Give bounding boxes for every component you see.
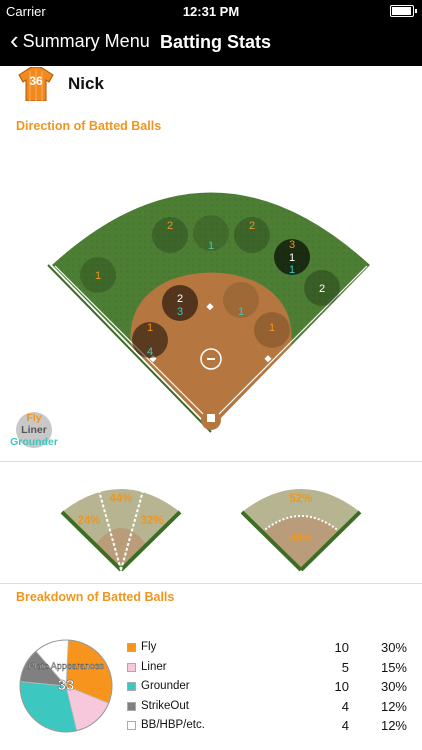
zone-rcf[interactable]: 2 bbox=[234, 217, 270, 253]
zone-lf[interactable]: 1 bbox=[80, 257, 116, 293]
svg-text:1: 1 bbox=[289, 264, 295, 276]
svg-text:Fly: Fly bbox=[26, 412, 41, 424]
legend-row-walks: BB/HBP/etc. 4 12% bbox=[127, 718, 417, 738]
legend-label: Liner bbox=[141, 660, 167, 673]
zone-ss[interactable]: 2 3 bbox=[162, 285, 198, 321]
swatch-strikeout bbox=[127, 701, 136, 711]
legend-percent: 30% bbox=[380, 640, 407, 655]
direction-split-field: 24% 44% 32% bbox=[60, 479, 182, 572]
legend-row-liner: Liner 5 15% bbox=[127, 660, 417, 680]
svg-text:1: 1 bbox=[95, 270, 101, 282]
zone-1b[interactable]: 1 bbox=[254, 312, 290, 348]
svg-text:2: 2 bbox=[319, 283, 325, 295]
svg-text:4: 4 bbox=[147, 346, 153, 358]
svg-text:2: 2 bbox=[167, 220, 173, 232]
svg-text:1: 1 bbox=[269, 322, 275, 334]
legend-label: Grounder bbox=[141, 680, 190, 692]
svg-text:1: 1 bbox=[147, 322, 153, 334]
legend-label: Fly bbox=[141, 641, 157, 653]
swatch-grounder bbox=[127, 682, 136, 691]
navigation-bar: ‹ Summary Menu Batting Stats bbox=[0, 22, 422, 66]
infield-percent: 48% bbox=[289, 533, 312, 545]
chevron-left-icon: ‹ bbox=[10, 25, 19, 55]
svg-text:Grounder: Grounder bbox=[10, 436, 58, 448]
legend-label: StrikeOut bbox=[141, 699, 189, 712]
legend-row-strikeout: StrikeOut 4 12% bbox=[127, 699, 417, 719]
player-name: Nick bbox=[68, 74, 104, 93]
page-title: Batting Stats bbox=[160, 32, 272, 52]
outfield-percent: 52% bbox=[289, 493, 312, 505]
player-header: 36 Nick bbox=[18, 66, 104, 102]
clock: 12:31 PM bbox=[182, 4, 240, 19]
breakdown-pie-chart: Plate Appearances 33 bbox=[19, 639, 113, 733]
back-button-label: Summary Menu bbox=[22, 31, 150, 51]
zone-rf[interactable]: 2 bbox=[304, 270, 340, 306]
legend-count: 4 bbox=[341, 698, 349, 714]
pie-label: Plate Appearances bbox=[28, 661, 104, 671]
svg-text:1: 1 bbox=[289, 252, 295, 264]
svg-text:1: 1 bbox=[208, 240, 214, 252]
right-field-percent: 32% bbox=[140, 515, 163, 527]
zone-2b[interactable]: 1 bbox=[223, 282, 259, 318]
breakdown-legend: Fly 10 30% Liner 5 15% Grounder 10 30% S… bbox=[127, 640, 417, 738]
swatch-fly bbox=[127, 643, 136, 652]
swatch-walks bbox=[127, 721, 136, 730]
depth-split-field: 52% 48% bbox=[240, 489, 362, 572]
svg-text:3: 3 bbox=[177, 306, 183, 318]
section-divider bbox=[0, 461, 422, 462]
svg-text:2: 2 bbox=[249, 220, 255, 232]
home-plate bbox=[207, 414, 215, 422]
legend-row-fly: Fly 10 30% bbox=[127, 640, 417, 660]
battery-icon bbox=[390, 5, 417, 17]
section-divider bbox=[0, 583, 422, 584]
legend-count: 5 bbox=[341, 659, 349, 675]
legend-percent: 12% bbox=[380, 718, 407, 733]
center-field-percent: 44% bbox=[109, 493, 132, 505]
hit-type-legend: Fly Liner Grounder bbox=[10, 412, 58, 448]
swatch-liner bbox=[127, 662, 136, 672]
svg-text:1: 1 bbox=[238, 306, 244, 318]
breakdown-section-title: Breakdown of Batted Balls bbox=[16, 590, 175, 604]
spray-chart-field: 1 2 1 2 3 1 1 2 2 3 1 1 4 1 Fly Liner Gr… bbox=[10, 192, 370, 448]
back-button[interactable]: ‹ Summary Menu bbox=[10, 25, 150, 55]
left-field-percent: 24% bbox=[77, 515, 100, 527]
zone-3b[interactable]: 1 4 bbox=[132, 322, 168, 358]
legend-percent: 12% bbox=[380, 698, 407, 714]
legend-count: 10 bbox=[334, 679, 349, 694]
svg-text:Liner: Liner bbox=[21, 424, 47, 436]
legend-row-grounder: Grounder 10 30% bbox=[127, 679, 417, 699]
zone-lcf[interactable]: 2 bbox=[152, 217, 188, 253]
legend-percent: 30% bbox=[380, 679, 407, 694]
legend-label: BB/HBP/etc. bbox=[141, 719, 205, 731]
jersey-number: 36 bbox=[29, 74, 43, 88]
legend-count: 10 bbox=[334, 640, 349, 655]
pie-total: 33 bbox=[58, 677, 75, 694]
jersey-icon: 36 bbox=[18, 67, 54, 101]
status-bar: Carrier 12:31 PM bbox=[0, 0, 422, 22]
legend-count: 4 bbox=[341, 718, 349, 733]
direction-section-title: Direction of Batted Balls bbox=[16, 119, 162, 133]
legend-percent: 15% bbox=[380, 659, 407, 675]
svg-text:2: 2 bbox=[177, 293, 183, 305]
svg-text:3: 3 bbox=[289, 239, 295, 251]
